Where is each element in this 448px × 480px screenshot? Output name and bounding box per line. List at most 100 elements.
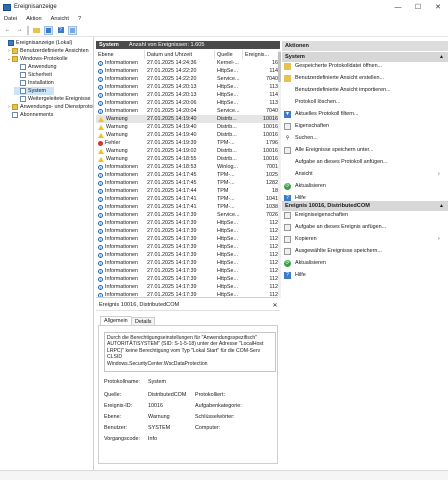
- scrollbar-thumb[interactable]: [278, 52, 281, 82]
- collapse-icon[interactable]: ▲: [439, 203, 444, 209]
- action-item[interactable]: Benutzerdefinierte Ansicht erstellen...: [284, 73, 384, 83]
- action-item[interactable]: Benutzerdefinierte Ansicht importieren..…: [284, 85, 391, 95]
- action-item[interactable]: Ausgewählte Ereignisse speichern...: [284, 246, 382, 256]
- table-row[interactable]: i Informationen 27.01.2025 14:22:20 HttpSe.…: [96, 67, 280, 75]
- event-list-scrollbar[interactable]: [278, 50, 281, 298]
- table-row[interactable]: Fehler 27.01.2025 14:19:39 TPM-... 1796: [96, 139, 280, 147]
- back-icon[interactable]: ←: [3, 26, 12, 35]
- tree-node[interactable]: Installation: [14, 79, 54, 87]
- action-item[interactable]: ⟳ Aktualisieren: [284, 258, 326, 268]
- table-row[interactable]: i Informationen 27.01.2025 14:17:41 TPM-...…: [96, 195, 280, 203]
- event-description[interactable]: Durch die Berechtigungseinstellungen für…: [104, 332, 276, 372]
- action-pane-toggle-icon[interactable]: [68, 25, 77, 35]
- action-item[interactable]: Aufgabe an dieses Protokoll anfügen...: [284, 157, 388, 167]
- cell-event-id: 112: [269, 228, 278, 234]
- table-row[interactable]: i Informationen 27.01.2025 14:17:45 TPM-...…: [96, 179, 280, 187]
- tree-node[interactable]: ⌄ Windows-Protokolle: [6, 55, 68, 63]
- cell-date: 27.01.2025 14:17:39: [147, 236, 197, 242]
- menu-ansicht[interactable]: Ansicht: [51, 16, 69, 22]
- cell-date: 27.01.2025 14:17:45: [147, 180, 197, 186]
- info-icon: i: [98, 164, 103, 170]
- column-header-source[interactable]: Quelle: [215, 50, 243, 59]
- table-row[interactable]: i Informationen 27.01.2025 14:17:39 HttpSe.…: [96, 283, 280, 291]
- table-row[interactable]: Warnung 27.01.2025 14:19:40 Distrib... 1001…: [96, 123, 280, 131]
- details-view-icon[interactable]: [44, 25, 53, 35]
- action-item[interactable]: Kopieren ›: [284, 234, 440, 244]
- tree-node[interactable]: Weitergeleitete Ereignisse: [14, 95, 91, 103]
- collapse-icon[interactable]: ▲: [439, 54, 444, 60]
- action-item[interactable]: Aufgabe an dieses Ereignis anfügen...: [284, 222, 386, 232]
- log-header-bar: System Anzahl von Ereignissen: 1.605: [96, 41, 280, 49]
- action-item[interactable]: Ansicht ›: [284, 169, 440, 179]
- field-value[interactable]: System: [148, 379, 166, 385]
- table-row[interactable]: i Informationen 27.01.2025 14:17:41 TPM-...…: [96, 203, 280, 211]
- cell-date: 27.01.2025 14:20:06: [147, 100, 197, 106]
- tree-node[interactable]: Ereignisanzeige (Lokal): [2, 39, 72, 47]
- action-item[interactable]: ▼ Aktuelles Protokoll filtern...: [284, 109, 359, 119]
- table-row[interactable]: i Informationen 27.01.2025 14:17:44 TPM 18: [96, 187, 280, 195]
- table-row[interactable]: i Informationen 27.01.2025 14:17:39 HttpSe.…: [96, 267, 280, 275]
- table-row[interactable]: i Informationen 27.01.2025 14:18:53 Winlog.…: [96, 163, 280, 171]
- tab-allgemein[interactable]: Allgemein: [100, 316, 132, 325]
- tree-node[interactable]: Sicherheit: [14, 71, 52, 79]
- field-value[interactable]: SYSTEM: [148, 425, 170, 431]
- field-value[interactable]: DistributedCOM: [148, 392, 186, 398]
- table-row[interactable]: Warnung 27.01.2025 14:19:40 Distrib... 1001…: [96, 131, 280, 139]
- table-row[interactable]: i Informationen 27.01.2025 14:17:39 HttpSe.…: [96, 219, 280, 227]
- table-row[interactable]: Warnung 27.01.2025 14:19:40 Distrib... 1001…: [96, 115, 280, 123]
- action-item[interactable]: Protokoll löschen...: [284, 97, 341, 107]
- action-icon: [284, 159, 291, 166]
- action-item[interactable]: Alle Ereignisse speichern unter...: [284, 145, 374, 155]
- table-row[interactable]: i Informationen 27.01.2025 14:17:39 HttpSe.…: [96, 291, 280, 297]
- menu-datei[interactable]: Datei: [4, 16, 17, 22]
- action-item[interactable]: ⚲ Suchen...: [284, 133, 318, 143]
- field-label: Protokollname:: [104, 379, 140, 385]
- action-item[interactable]: Ereigniseigenschaften: [284, 210, 348, 220]
- menu-aktion[interactable]: Aktion: [26, 16, 42, 22]
- action-item[interactable]: ? Hilfe: [284, 270, 306, 280]
- table-row[interactable]: i Informationen 27.01.2025 14:17:39 HttpSe.…: [96, 243, 280, 251]
- table-row[interactable]: Warnung 27.01.2025 14:19:02 Distrib... 1001…: [96, 147, 280, 155]
- tree-node[interactable]: Anwendung: [14, 63, 56, 71]
- maximize-button[interactable]: ☐: [408, 0, 428, 14]
- action-item[interactable]: Gespeicherte Protokolldatei öffnen...: [284, 61, 382, 71]
- field-value[interactable]: 10016: [148, 403, 163, 409]
- column-header-level[interactable]: Ebene: [96, 50, 145, 59]
- field-value[interactable]: Warnung: [148, 414, 170, 420]
- cell-event-id: 10016: [263, 156, 278, 162]
- column-header-event-id[interactable]: Ereignis...: [243, 50, 280, 59]
- detail-close-icon[interactable]: ✕: [270, 300, 280, 311]
- table-row[interactable]: i Informationen 27.01.2025 14:20:13 HttpSe.…: [96, 83, 280, 91]
- action-item[interactable]: Eigenschaften: [284, 121, 329, 131]
- table-row[interactable]: i Informationen 27.01.2025 14:17:39 HttpSe.…: [96, 235, 280, 243]
- table-row[interactable]: i Informationen 27.01.2025 14:20:06 HttpSe.…: [96, 99, 280, 107]
- table-row[interactable]: i Informationen 27.01.2025 14:24:36 Kernel-…: [96, 59, 280, 67]
- table-row[interactable]: i Informationen 27.01.2025 14:20:04 Service…: [96, 107, 280, 115]
- table-row[interactable]: i Informationen 27.01.2025 14:20:13 HttpSe.…: [96, 91, 280, 99]
- tree-node[interactable]: › Benutzerdefinierte Ansichten: [6, 47, 89, 55]
- column-header-date[interactable]: Datum und Uhrzeit: [145, 50, 215, 59]
- cell-date: 27.01.2025 14:17:39: [147, 244, 197, 250]
- action-item[interactable]: ⟳ Aktualisieren: [284, 181, 326, 191]
- minimize-button[interactable]: —: [388, 0, 408, 14]
- table-row[interactable]: i Informationen 27.01.2025 14:17:39 HttpSe.…: [96, 227, 280, 235]
- table-row[interactable]: i Informationen 27.01.2025 14:17:39 Service…: [96, 211, 280, 219]
- close-button[interactable]: ✕: [428, 0, 448, 14]
- table-row[interactable]: i Informationen 27.01.2025 14:17:39 HttpSe.…: [96, 275, 280, 283]
- field-value[interactable]: Info: [148, 436, 157, 442]
- tree-node[interactable]: ›Anwendungs- und Dienstprotokolle: [6, 103, 93, 111]
- table-row[interactable]: i Informationen 27.01.2025 14:17:39 HttpSe.…: [96, 259, 280, 267]
- action-label: Protokoll löschen...: [295, 99, 341, 105]
- cell-source: HttpSe...: [217, 268, 238, 274]
- menu-help[interactable]: ?: [78, 16, 81, 22]
- table-row[interactable]: i Informationen 27.01.2025 14:22:20 Service…: [96, 75, 280, 83]
- folder-icon[interactable]: [32, 26, 41, 35]
- forward-icon[interactable]: →: [15, 26, 24, 35]
- help-icon[interactable]: ?: [56, 26, 65, 35]
- table-row[interactable]: i Informationen 27.01.2025 14:17:39 HttpSe.…: [96, 251, 280, 259]
- table-row[interactable]: Warnung 27.01.2025 14:18:55 Distrib... 1001…: [96, 155, 280, 163]
- tree-node[interactable]: Abonnements: [6, 111, 53, 119]
- cell-date: 27.01.2025 14:17:39: [147, 252, 197, 258]
- table-row[interactable]: i Informationen 27.01.2025 14:17:45 TPM-...…: [96, 171, 280, 179]
- tree-node[interactable]: System: [14, 87, 54, 95]
